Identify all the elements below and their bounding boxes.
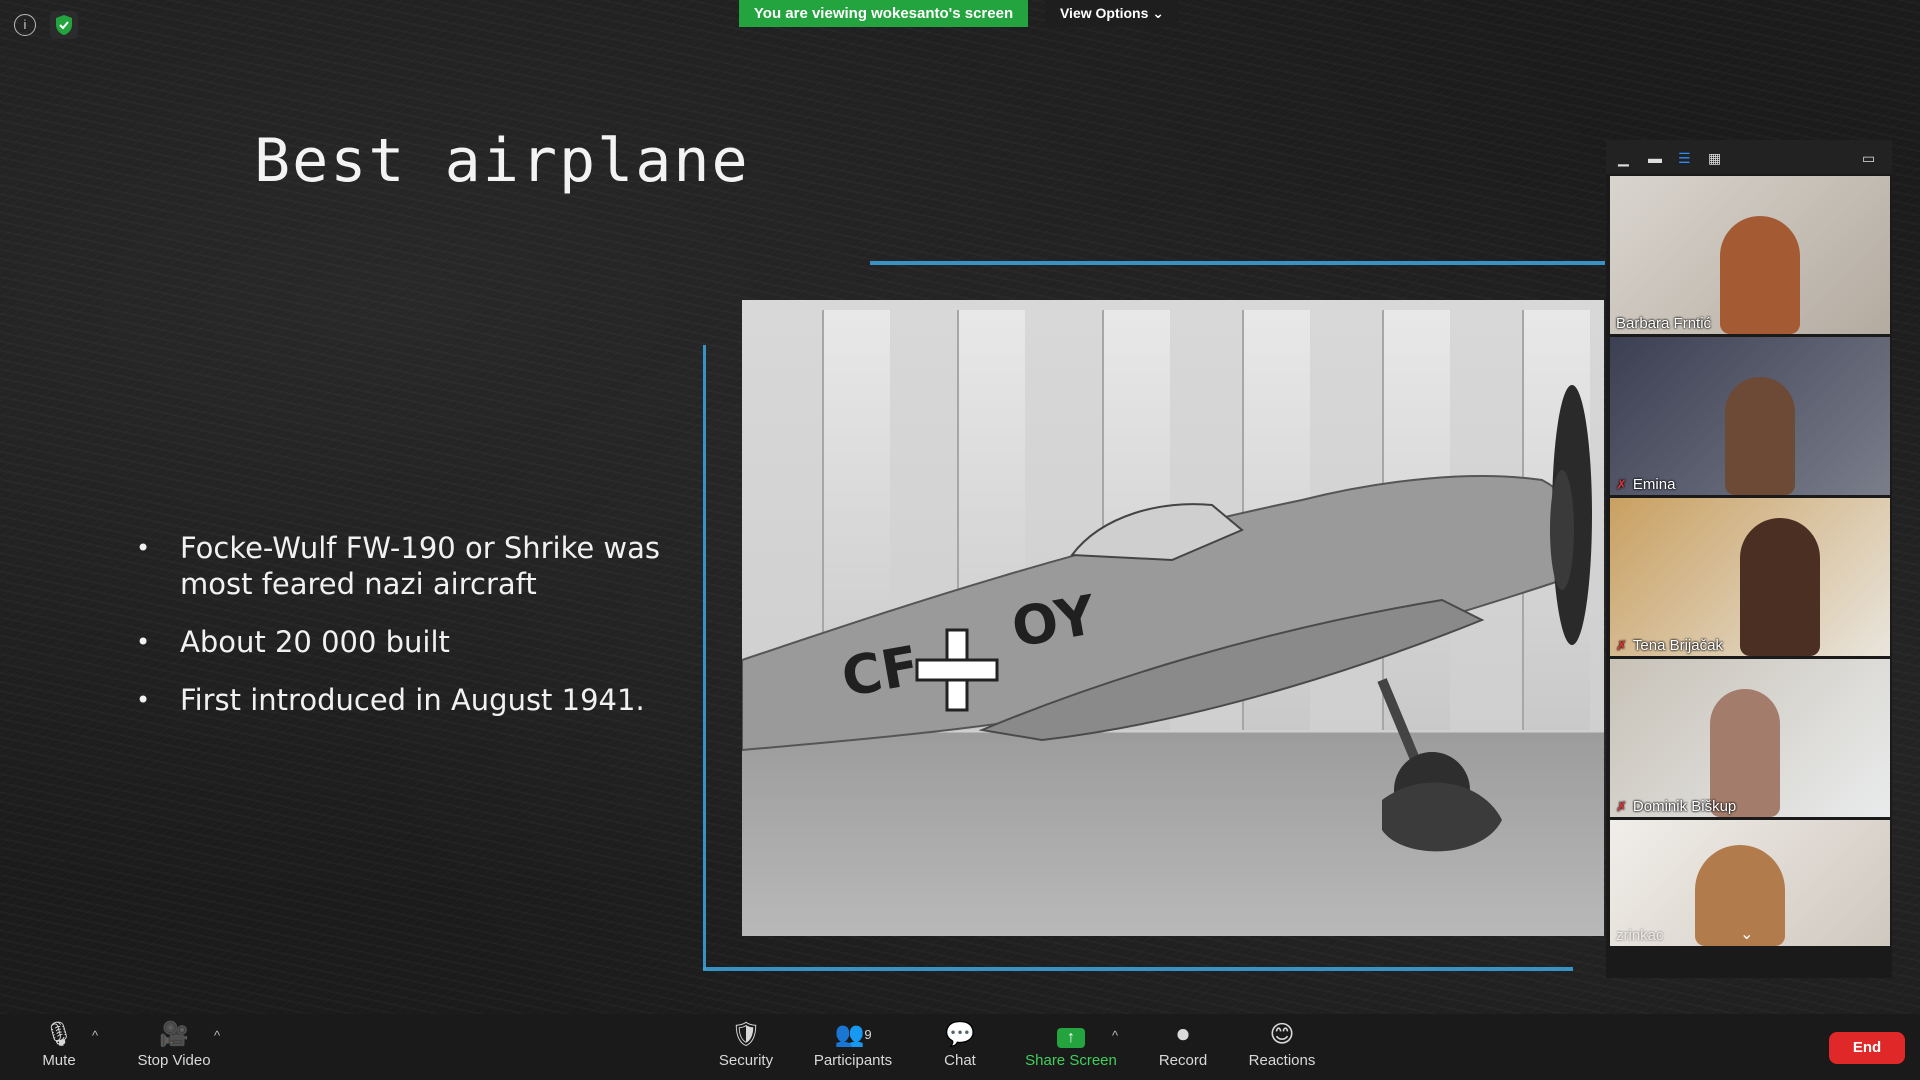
record-button[interactable]: ⏺ Record [1152, 1014, 1214, 1080]
muted-mic-icon: ✗ [1616, 799, 1627, 814]
airplane-illustration [742, 385, 1592, 852]
participant-tile[interactable]: zrinkac ⌄ [1610, 820, 1890, 946]
record-icon: ⏺ [1177, 1021, 1189, 1048]
audio-options-caret-icon[interactable]: ^ [92, 1028, 98, 1043]
participant-name: Barbara Frntić [1616, 315, 1712, 332]
share-options-caret-icon[interactable]: ^ [1112, 1028, 1118, 1043]
hide-video-icon[interactable]: ▬ [1648, 150, 1662, 166]
minimize-icon[interactable]: ▁ [1618, 150, 1629, 167]
participant-video [1740, 518, 1820, 656]
video-camera-icon: 🎥 [159, 1021, 189, 1048]
reactions-button[interactable]: 😊 Reactions [1244, 1014, 1320, 1080]
participant-name: ✗ Dominik Biškup [1616, 798, 1737, 815]
slide-title: Best airplane [254, 126, 750, 196]
participants-button[interactable]: 👥9 Participants [804, 1014, 902, 1080]
participant-tile[interactable]: ✗ Emina [1610, 337, 1890, 495]
end-meeting-button[interactable]: End [1829, 1032, 1905, 1064]
exit-panel-icon[interactable]: ▭ [1862, 150, 1875, 167]
slide-decoration-line [703, 345, 706, 970]
participant-video [1725, 377, 1795, 495]
gallery-view-icon[interactable]: ▦ [1708, 150, 1721, 167]
chat-button[interactable]: 💬 Chat [932, 1014, 988, 1080]
security-button[interactable]: 🛡 Security [710, 1014, 782, 1080]
share-screen-icon: ↑ [1020, 1014, 1122, 1050]
participant-name: zrinkac [1616, 927, 1664, 944]
gallery-controls: ▁ ▬ ☰ ▦ ▭ [1606, 140, 1892, 174]
participant-name: ✗ Emina [1616, 476, 1676, 493]
chat-bubble-icon: 💬 [945, 1021, 975, 1048]
slide-bullet-list: • Focke-Wulf FW-190 or Shrike was most fe… [134, 530, 674, 740]
participant-name: ✗ Tena Brijačak [1616, 637, 1723, 654]
participant-tile[interactable]: Barbara Frntić [1610, 176, 1890, 334]
participant-tile[interactable]: ✗ Tena Brijačak [1610, 498, 1890, 656]
airplane-marking-left: CF [837, 633, 924, 710]
reactions-smiley-icon: 😊 [1269, 1021, 1295, 1048]
mute-button[interactable]: 🎙 Mute [28, 1014, 90, 1080]
stop-video-button[interactable]: 🎥 Stop Video [126, 1014, 222, 1080]
view-options-button[interactable]: View Options ⌄ [1045, 0, 1179, 27]
slide-bullet: • Focke-Wulf FW-190 or Shrike was most fe… [136, 531, 661, 601]
scroll-down-chevron-icon[interactable]: ⌄ [1740, 924, 1753, 944]
airplane-photo: CF OY [742, 300, 1604, 936]
slide-bullet: • First introduced in August 1941. [136, 683, 645, 717]
muted-mic-icon: ✗ [1616, 477, 1627, 492]
security-shield-icon: 🛡 [730, 1021, 762, 1048]
speaker-view-icon[interactable]: ☰ [1678, 150, 1691, 167]
participants-icon: 👥9 [834, 1021, 872, 1048]
slide-bullet: • About 20 000 built [136, 625, 450, 659]
muted-mic-icon: ✗ [1616, 638, 1627, 653]
share-screen-button[interactable]: ↑ Share Screen [1020, 1014, 1122, 1080]
encryption-shield-icon[interactable] [50, 11, 78, 39]
meeting-info-icon[interactable]: i [14, 14, 36, 36]
video-options-caret-icon[interactable]: ^ [214, 1028, 220, 1043]
microphone-icon: 🎙 [43, 1021, 75, 1048]
viewing-screen-banner: You are viewing wokesanto's screen [739, 0, 1028, 27]
slide-decoration-line [870, 261, 1605, 265]
slide-decoration-line [703, 967, 1573, 971]
participant-tile[interactable]: ✗ Dominik Biškup [1610, 659, 1890, 817]
participant-video [1720, 216, 1800, 334]
